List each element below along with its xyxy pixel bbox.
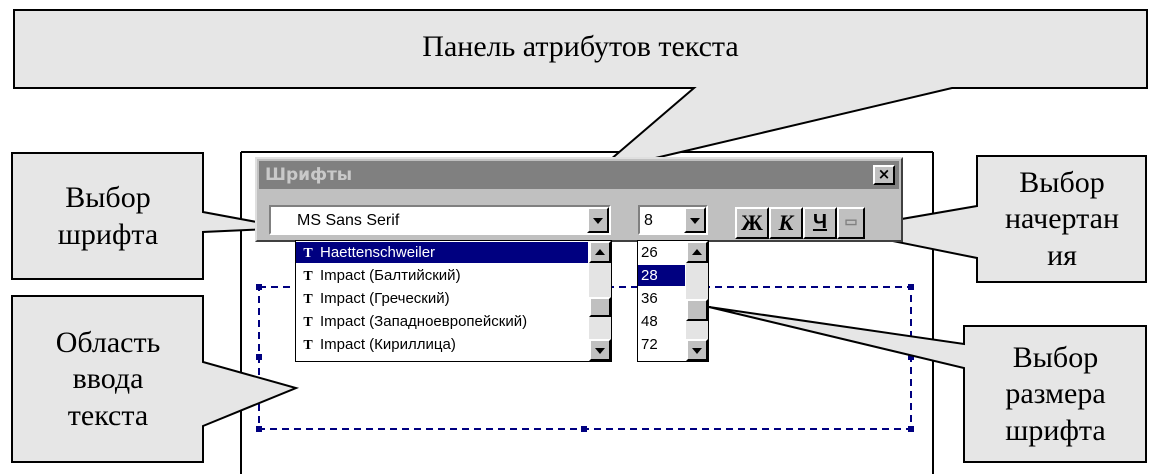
bold-button[interactable]: Ж <box>735 207 769 239</box>
callout-size-choice-shape <box>708 306 1147 463</box>
italic-label: К <box>778 210 794 235</box>
font-dropdown-button[interactable] <box>587 207 609 233</box>
list-item[interactable]: 26 <box>638 242 685 263</box>
list-item-label: Haettenschweiler <box>320 244 436 261</box>
scroll-down-button[interactable] <box>589 339 611 361</box>
truetype-icon: T <box>303 269 313 284</box>
list-item-label: 48 <box>641 313 658 330</box>
font-size-value: 8 <box>644 212 653 229</box>
more-options-icon: ▭ <box>844 215 858 230</box>
font-size-combobox[interactable]: 8 <box>638 205 708 235</box>
list-item-label: 36 <box>641 290 658 307</box>
list-item-label: Impact (Балтийский) <box>320 267 461 284</box>
scroll-thumb[interactable] <box>589 297 611 317</box>
list-item[interactable]: T Haettenschweiler <box>296 242 588 263</box>
scroll-up-button[interactable] <box>589 241 611 263</box>
callout-font-choice-shape <box>11 152 290 280</box>
scroll-up-button[interactable] <box>686 241 708 263</box>
fonts-toolbar: Шрифты × MS Sans Serif 8 Ж К Ч ▭ <box>255 157 903 242</box>
close-button[interactable]: × <box>873 165 895 185</box>
underline-label: Ч <box>812 211 828 233</box>
list-item[interactable]: T Impact (Греческий) <box>296 288 588 309</box>
list-item[interactable]: T Impact (Кириллица) <box>296 334 588 355</box>
font-name-combobox[interactable]: MS Sans Serif <box>269 205 611 235</box>
list-item-label: Impact (Западноевропейский) <box>320 313 528 330</box>
font-list-dropdown: T Haettenschweiler T Impact (Балтийский) T Im… <box>295 240 612 362</box>
list-item-label: 28 <box>641 267 658 284</box>
truetype-icon: T <box>303 246 313 261</box>
italic-button[interactable]: К <box>769 207 803 239</box>
underline-button[interactable]: Ч <box>803 207 837 239</box>
truetype-icon: T <box>303 338 313 353</box>
bold-label: Ж <box>741 210 763 235</box>
callout-text-area-shape <box>11 295 300 463</box>
truetype-icon: T <box>303 292 313 307</box>
size-list-scrollbar[interactable] <box>686 241 708 361</box>
close-icon: × <box>877 165 891 183</box>
list-item[interactable]: 36 <box>638 288 685 309</box>
toolbar-titlebar[interactable]: Шрифты × <box>259 161 899 189</box>
size-dropdown-button[interactable] <box>684 207 706 233</box>
scroll-thumb[interactable] <box>686 299 708 321</box>
scroll-down-button[interactable] <box>686 339 708 361</box>
toolbar-title: Шрифты <box>265 165 353 185</box>
truetype-icon: T <box>303 315 313 330</box>
list-item-label: 26 <box>641 244 658 261</box>
list-item-label: 72 <box>641 336 658 353</box>
list-item[interactable]: 72 <box>638 334 685 355</box>
list-item[interactable]: T Impact (Балтийский) <box>296 265 588 286</box>
list-item[interactable]: T Impact (Западноевропейский) <box>296 311 588 332</box>
size-list-dropdown: 26 28 36 48 72 <box>637 240 709 362</box>
more-options-button[interactable]: ▭ <box>837 207 865 239</box>
font-name-value: MS Sans Serif <box>297 212 400 229</box>
callout-panel-title-shape <box>13 9 1148 173</box>
list-item-label: Impact (Греческий) <box>320 290 450 307</box>
list-item[interactable]: 48 <box>638 311 685 332</box>
list-item[interactable]: 28 <box>638 265 685 286</box>
font-list-scrollbar[interactable] <box>589 241 611 361</box>
list-item-label: Impact (Кириллица) <box>320 336 456 353</box>
